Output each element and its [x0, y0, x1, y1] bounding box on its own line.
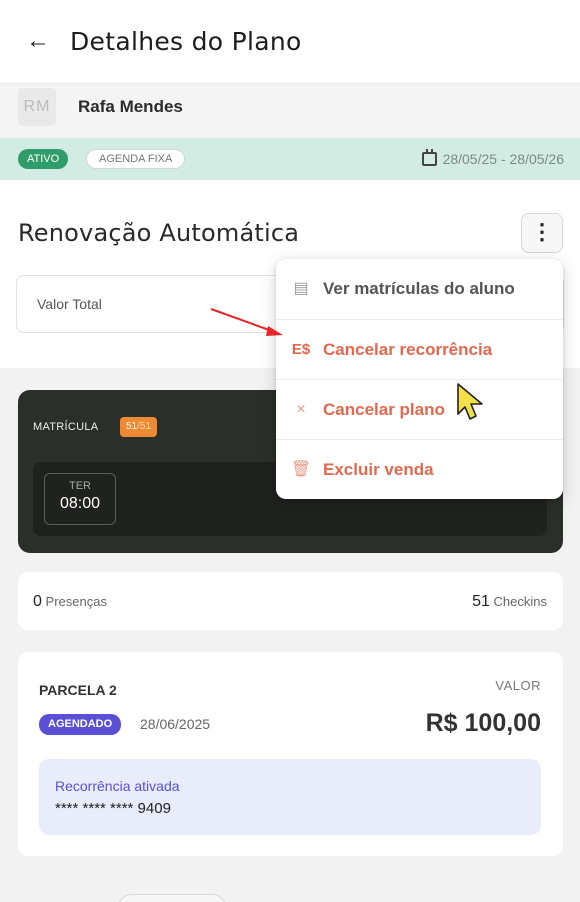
student-name: Rafa Mendes [78, 97, 183, 116]
schedule-day: TER [69, 480, 91, 492]
enrollment-count-badge: 51/51 [120, 417, 158, 437]
total-value-label: Valor Total [37, 296, 102, 312]
plan-title: Renovação Automática [18, 219, 300, 247]
arrow-left-icon[interactable]: ← [26, 26, 52, 56]
menu-item-label: Ver matrículas do aluno [323, 279, 515, 298]
presencas-value: 0 [33, 593, 42, 610]
menu-item-label: Excluir venda [323, 460, 434, 479]
installment-label: PARCELA 2 [39, 682, 117, 698]
card-number: **** **** **** 9409 [55, 800, 171, 817]
kebab-menu-button[interactable]: ⋮ [521, 213, 563, 253]
calendar-icon: ▤ [293, 280, 309, 297]
recurrence-box [39, 759, 541, 835]
checkins-value: 51 [472, 593, 490, 610]
installment-due-date: 28/06/2025 [140, 716, 211, 732]
menu-item-label: Cancelar plano [323, 400, 445, 419]
menu-item-ver-matriculas[interactable]: ▤ Ver matrículas do aluno [276, 259, 563, 319]
schedule-type-badge: AGENDA FIXA [86, 149, 186, 169]
checkins-label: Checkins [489, 594, 547, 609]
calendar-icon [421, 149, 437, 166]
installment-value-label: VALOR [495, 678, 541, 693]
trash-icon: 🗑 [290, 461, 312, 478]
close-icon: × [296, 401, 306, 418]
enrollment-count-total: /51 [137, 421, 152, 432]
checkins-stat: 51 Checkins [472, 592, 547, 612]
schedule-day-chip[interactable]: TER 08:00 [44, 473, 116, 525]
installment-value: R$ 100,00 [425, 709, 541, 737]
cancel-recurrence-icon: E$ [291, 341, 311, 358]
menu-item-cancelar-recorrencia[interactable]: E$ Cancelar recorrência [276, 319, 563, 379]
enrollment-count: 51 [126, 421, 138, 432]
menu-item-excluir-venda[interactable]: 🗑 Excluir venda [276, 439, 563, 499]
menu-item-cancelar-plano[interactable]: × Cancelar plano [276, 379, 563, 439]
enrollment-label: MATRÍCULA [33, 421, 99, 433]
recurrence-title: Recorrência ativada [55, 778, 180, 794]
page-title: Detalhes do Plano [70, 27, 302, 56]
presencas-stat: 0 Presenças [33, 592, 107, 612]
status-badge: ATIVO [18, 149, 69, 169]
menu-item-label: Cancelar recorrência [323, 340, 493, 359]
installment-status-badge: AGENDADO [39, 714, 122, 735]
plan-period: 28/05/25 - 28/05/26 [421, 148, 564, 170]
presencas-label: Presenças [41, 594, 107, 609]
schedule-time: 08:00 [59, 495, 101, 512]
avatar: RM [18, 88, 56, 126]
plan-actions-menu: ▤ Ver matrículas do aluno E$ Cancelar re… [276, 259, 563, 499]
bottom-pill-button[interactable] [117, 894, 227, 902]
kebab-menu-icon: ⋮ [531, 219, 553, 244]
plan-period-text: 28/05/25 - 28/05/26 [442, 151, 564, 167]
